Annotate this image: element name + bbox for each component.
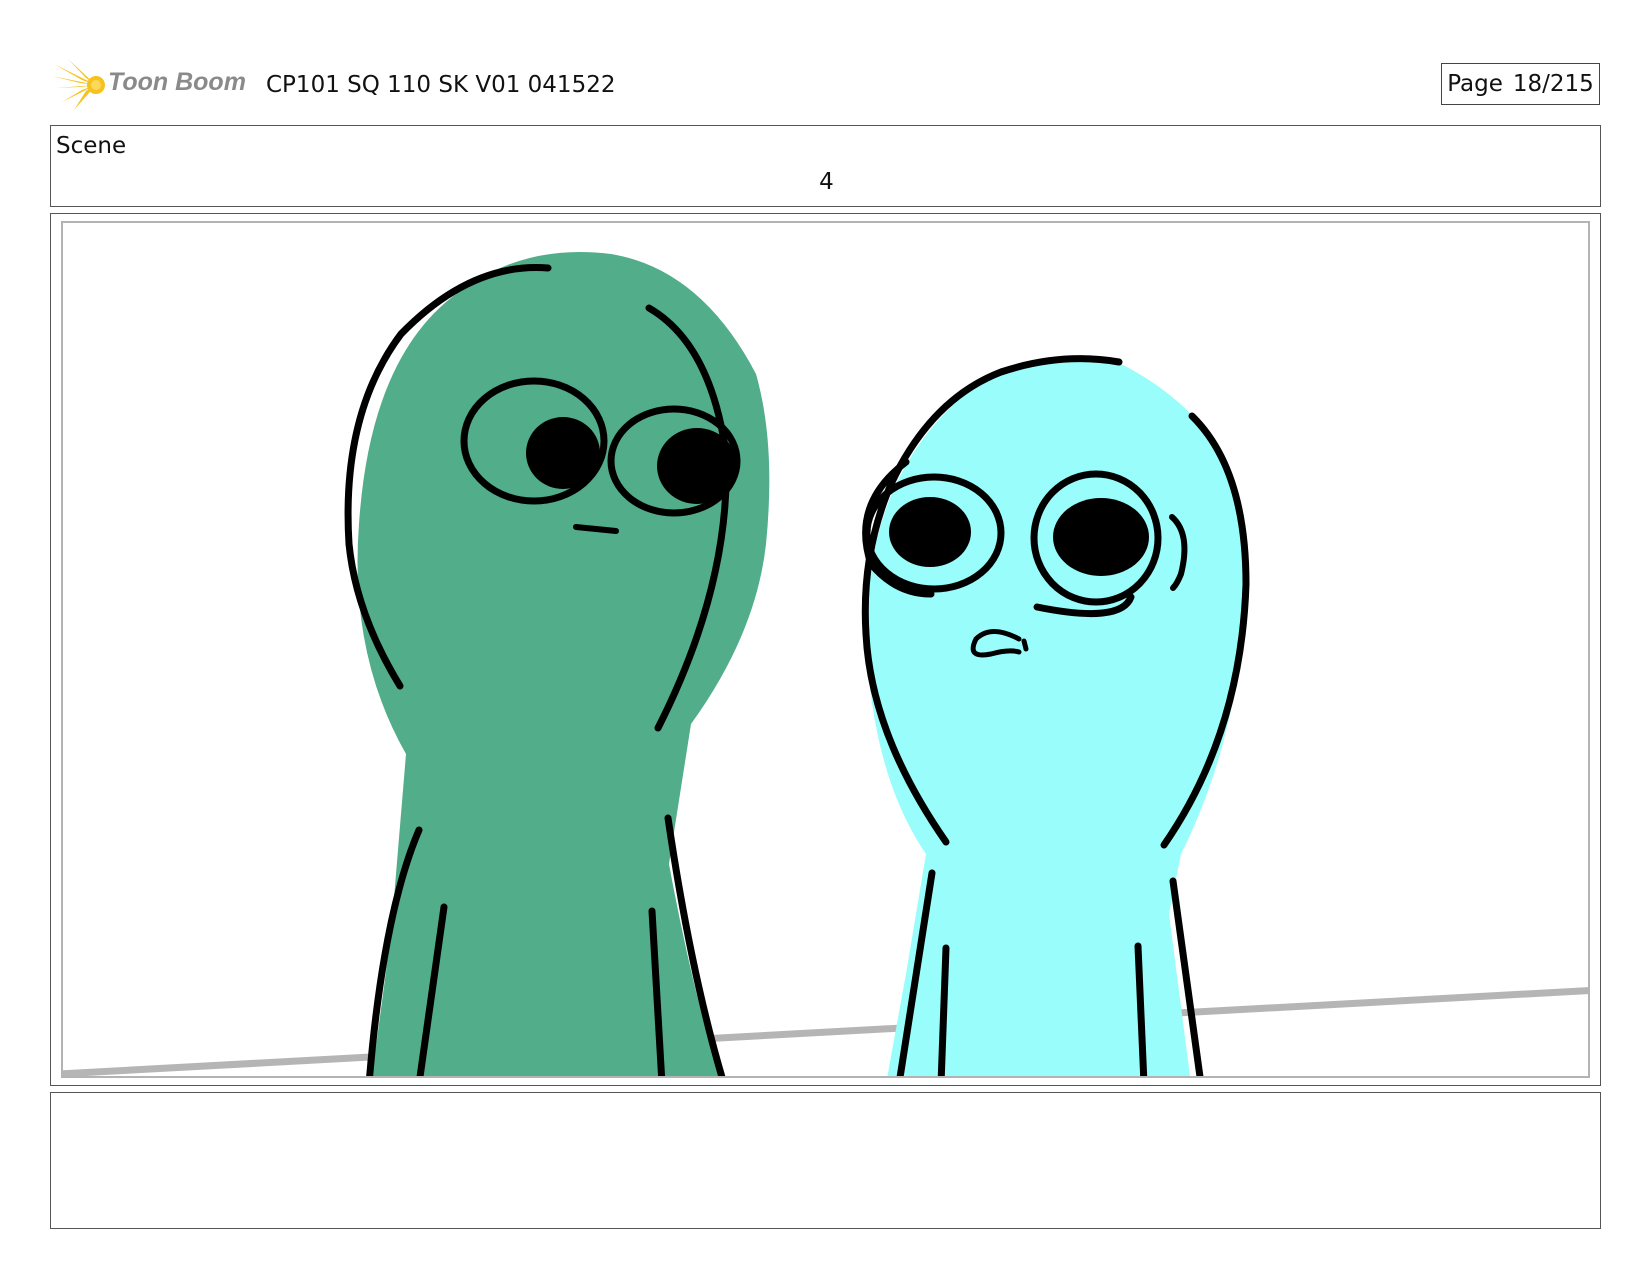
- page-indicator: Page 18/215: [1441, 63, 1600, 105]
- toon-boom-logo: Toon Boom: [52, 58, 252, 112]
- scene-number: 4: [819, 169, 834, 195]
- starburst-icon: [52, 59, 105, 110]
- panel-drawing: [61, 252, 1590, 1078]
- page-label: Page: [1447, 71, 1503, 97]
- green-character: [344, 252, 770, 1078]
- storyboard-panel: [50, 213, 1601, 1086]
- floor-line: [61, 986, 1590, 1078]
- logo-text: Toon Boom: [108, 68, 246, 96]
- cyan-character: [861, 355, 1250, 1078]
- document-title: CP101 SQ 110 SK V01 041522: [266, 72, 616, 98]
- page-number: 18/215: [1512, 71, 1594, 97]
- scene-box: Scene 4: [50, 125, 1601, 207]
- scene-label: Scene: [56, 133, 127, 159]
- notes-box[interactable]: [50, 1092, 1601, 1229]
